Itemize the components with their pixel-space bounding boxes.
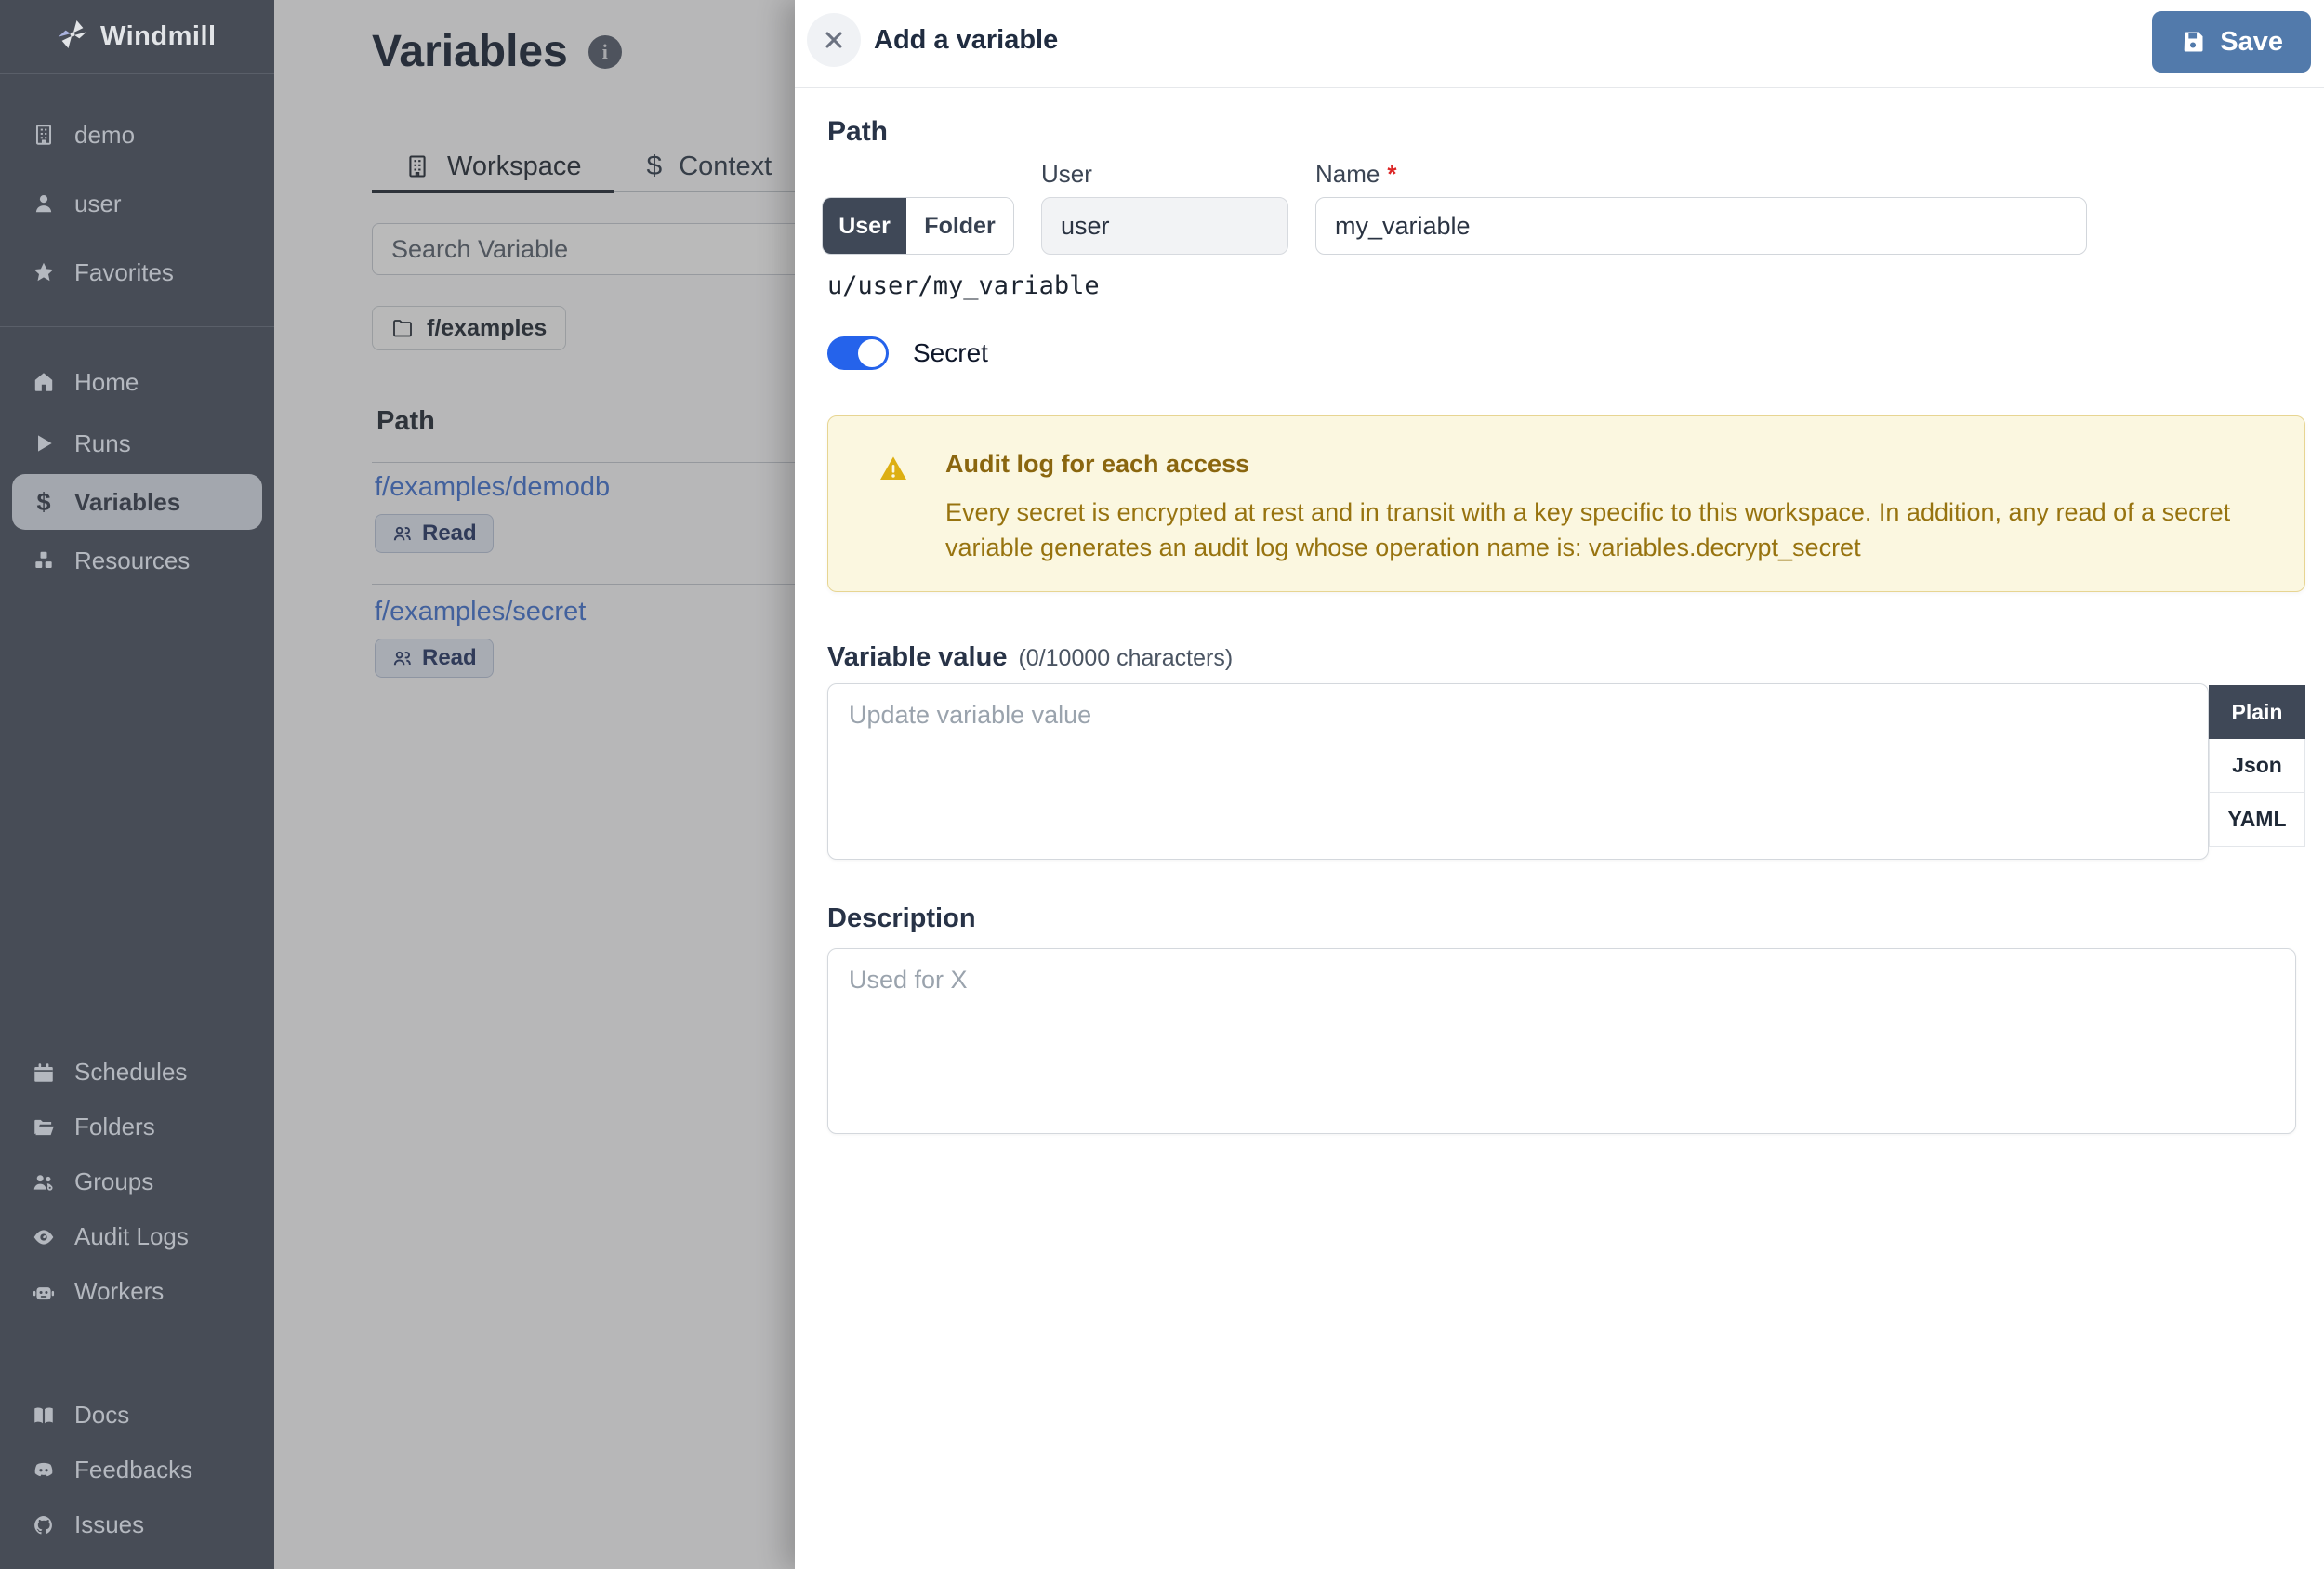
sidebar-item-docs[interactable]: Docs xyxy=(0,1388,274,1443)
path-section-heading: Path xyxy=(827,116,889,147)
user-field-label: User xyxy=(1041,160,1092,188)
close-icon xyxy=(825,32,842,48)
full-path-preview: u/user/my_variable xyxy=(827,271,1100,300)
format-json-button[interactable]: Json xyxy=(2209,739,2305,793)
sidebar-item-label: Favorites xyxy=(74,257,174,286)
drawer-title: Add a variable xyxy=(874,25,1059,55)
windmill-logo-icon xyxy=(56,18,89,56)
play-icon xyxy=(31,430,57,456)
sidebar-item-label: user xyxy=(74,189,122,218)
value-format-switcher: Plain Json YAML xyxy=(2209,685,2305,847)
variable-name-input[interactable] xyxy=(1315,197,2087,255)
close-drawer-button[interactable] xyxy=(807,13,861,67)
person-icon xyxy=(31,191,57,217)
required-asterisk: * xyxy=(1387,160,1397,188)
sidebar-item-label: Home xyxy=(74,367,139,396)
sidebar-item-folders[interactable]: Folders xyxy=(0,1100,274,1154)
sidebar-item-demo[interactable]: demo xyxy=(0,100,274,169)
secret-toggle[interactable] xyxy=(827,336,889,370)
github-icon xyxy=(31,1512,57,1538)
sidebar-workspace-section: demo user Favorites xyxy=(0,74,274,327)
format-plain-button[interactable]: Plain xyxy=(2209,685,2305,739)
save-icon xyxy=(2184,32,2203,52)
owner-kind-user[interactable]: User xyxy=(823,198,906,254)
owner-input[interactable] xyxy=(1041,197,1288,255)
building-icon xyxy=(31,122,57,148)
secret-toggle-row: Secret xyxy=(827,336,988,370)
sidebar-admin-section: Schedules Folders Groups Audit Logs Work… xyxy=(0,1045,274,1319)
sidebar-item-issues[interactable]: Issues xyxy=(0,1497,274,1552)
sidebar-item-label: Workers xyxy=(74,1277,165,1305)
drawer-header: Add a variable Save xyxy=(795,0,2324,88)
sidebar-item-schedules[interactable]: Schedules xyxy=(0,1045,274,1100)
add-variable-drawer: Add a variable Save Path User Name * User… xyxy=(795,0,2324,1569)
cubes-icon xyxy=(31,547,57,574)
character-counter: (0/10000 characters) xyxy=(1018,645,1234,671)
folder-open-icon xyxy=(31,1114,57,1140)
sidebar-item-variables[interactable]: $ Variables xyxy=(12,474,262,530)
sidebar-footer-section: Docs Feedbacks Issues xyxy=(0,1388,274,1552)
app-name: Windmill xyxy=(100,21,217,51)
owner-kind-folder[interactable]: Folder xyxy=(906,198,1013,254)
sidebar-item-resources[interactable]: Resources xyxy=(0,530,274,591)
sidebar: Windmill demo user Favorites Home Runs $… xyxy=(0,0,274,1569)
drawer-backdrop[interactable] xyxy=(274,0,795,1569)
sidebar-item-feedbacks[interactable]: Feedbacks xyxy=(0,1443,274,1497)
description-section-heading: Description xyxy=(827,903,976,933)
eye-icon xyxy=(31,1224,57,1250)
secret-toggle-label: Secret xyxy=(913,338,988,367)
app-logo[interactable]: Windmill xyxy=(0,0,274,74)
sidebar-item-label: Feedbacks xyxy=(74,1456,193,1483)
discord-icon xyxy=(31,1457,57,1483)
warning-icon xyxy=(880,456,906,480)
warning-body: Every secret is encrypted at rest and in… xyxy=(945,498,2231,561)
toggle-knob xyxy=(858,339,886,367)
sidebar-item-label: Variables xyxy=(74,487,181,516)
sidebar-item-label: demo xyxy=(74,120,136,149)
save-button[interactable]: Save xyxy=(2152,11,2311,73)
variable-value-textarea[interactable] xyxy=(827,683,2209,860)
sidebar-item-home[interactable]: Home xyxy=(0,351,274,413)
description-textarea[interactable] xyxy=(827,948,2296,1134)
sidebar-item-label: Groups xyxy=(74,1167,154,1195)
dollar-icon: $ xyxy=(36,487,51,516)
sidebar-item-runs[interactable]: Runs xyxy=(0,413,274,474)
sidebar-item-label: Resources xyxy=(74,546,191,574)
save-label: Save xyxy=(2220,26,2283,57)
star-icon xyxy=(31,259,57,285)
book-icon xyxy=(31,1403,57,1429)
windmill-app: Windmill demo user Favorites Home Runs $… xyxy=(0,0,2324,1569)
users-gear-icon xyxy=(31,1169,57,1195)
format-yaml-button[interactable]: YAML xyxy=(2209,793,2305,847)
sidebar-item-label: Docs xyxy=(74,1401,130,1429)
calendar-icon xyxy=(31,1060,57,1086)
value-section-heading: Variable value xyxy=(827,642,1008,672)
home-icon xyxy=(31,369,57,395)
name-field-label: Name * xyxy=(1315,160,1397,188)
warning-title: Audit log for each access xyxy=(945,450,1250,478)
audit-log-warning: Audit log for each access Every secret i… xyxy=(827,415,2305,592)
sidebar-item-label: Runs xyxy=(74,429,131,457)
owner-kind-toggle: User Folder xyxy=(822,197,1014,255)
sidebar-item-user[interactable]: user xyxy=(0,169,274,238)
robot-icon xyxy=(31,1279,57,1305)
sidebar-item-groups[interactable]: Groups xyxy=(0,1154,274,1209)
sidebar-item-label: Folders xyxy=(74,1113,155,1140)
sidebar-item-favorites[interactable]: Favorites xyxy=(0,238,274,307)
sidebar-nav-section: Home Runs $ Variables Resources xyxy=(0,327,274,591)
sidebar-item-workers[interactable]: Workers xyxy=(0,1264,274,1319)
sidebar-item-label: Issues xyxy=(74,1510,145,1538)
sidebar-item-label: Audit Logs xyxy=(74,1222,189,1250)
sidebar-item-audit-logs[interactable]: Audit Logs xyxy=(0,1209,274,1264)
sidebar-item-label: Schedules xyxy=(74,1058,188,1086)
